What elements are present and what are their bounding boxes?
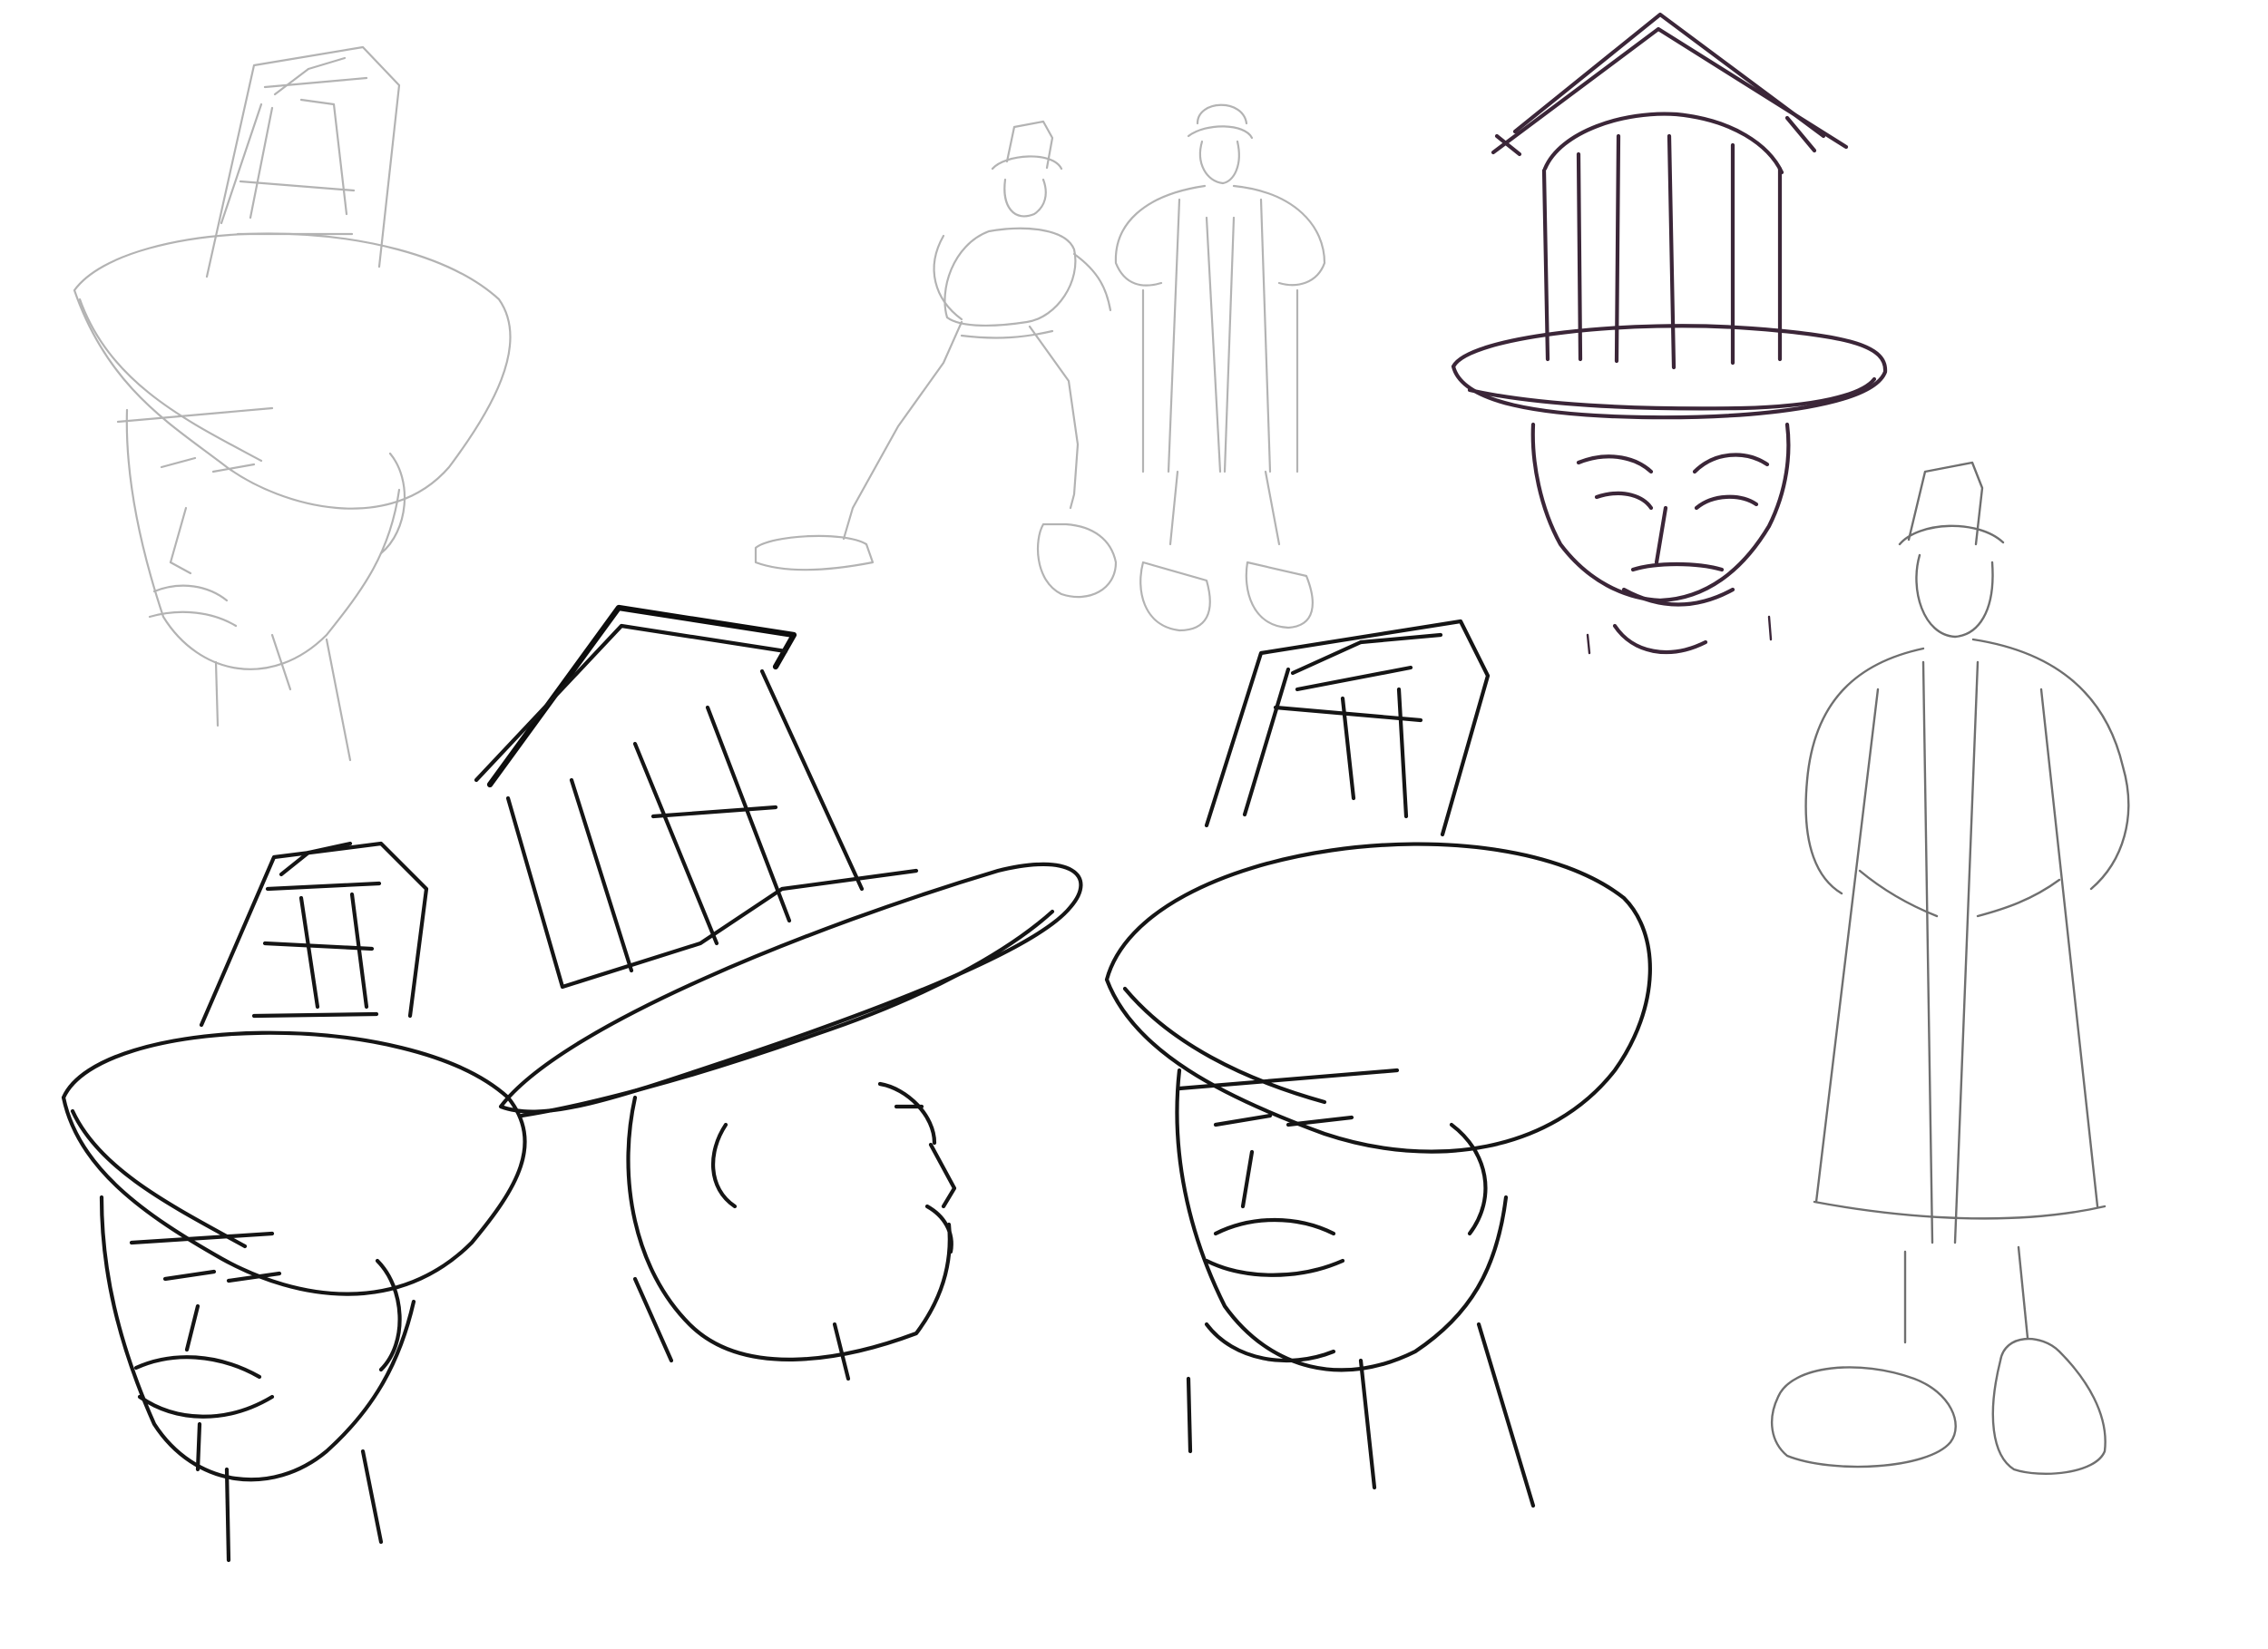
small-standing-coat-figure [1114,103,1326,632]
sketch-sheet-canvas [0,0,2268,1649]
standing-coat-figure [1771,461,2130,1475]
character-sketch-sheet [61,12,2130,1563]
three-quarter-head [1104,619,1652,1508]
front-face-top-hat [1451,12,1888,655]
small-dynamic-pose [754,120,1118,599]
top-left-head [73,45,512,762]
bottom-left-grinning-head [61,841,527,1563]
profile-head-leaning-hat [474,604,1083,1381]
